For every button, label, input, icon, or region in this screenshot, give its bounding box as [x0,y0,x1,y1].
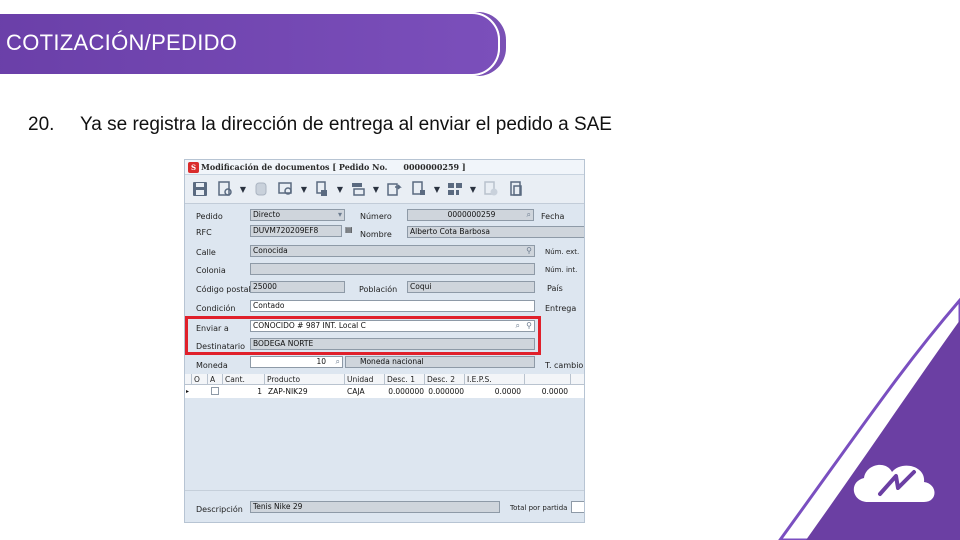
numero-label: Número [360,212,392,221]
cell-desc1: 0.000000 [388,387,424,396]
total-label: Total por partida [510,504,568,512]
cp-field[interactable]: 25000 [250,281,345,293]
col-cant[interactable]: Cant. [222,374,262,385]
save-icon[interactable] [189,178,211,200]
transfer-icon[interactable] [347,178,369,200]
print-icon[interactable] [250,178,272,200]
col-extra2[interactable] [570,374,584,385]
document-icon[interactable] [505,178,527,200]
preview-icon[interactable] [214,178,236,200]
col-unidad[interactable]: Unidad [344,374,384,385]
nombre-field[interactable]: Alberto Cota Barbosa [407,226,584,238]
cell-cant: 1 [257,387,262,396]
pedido-select[interactable]: Directo ▾ [250,209,345,221]
cp-label: Código postal [196,285,251,294]
window-title: Modificación de documentos [ Pedido No. [201,162,388,172]
moneda-value: 10 [316,357,326,366]
step-number: 20. [28,114,55,135]
num-ext-label: Núm. ext. [545,248,580,256]
fecha-label: Fecha [541,212,565,221]
rfc-label: RFC [196,228,212,237]
moneda-label: Moneda [196,361,228,370]
document-window: S Modificación de documentos [ Pedido No… [184,159,585,523]
col-ieps[interactable]: I.E.P.S. [464,374,524,385]
numero-value: 0000000259 [447,210,496,219]
pais-label: País [547,284,563,293]
num-int-label: Núm. int. [545,266,578,274]
cell-producto: ZAP-NIK29 [268,387,308,396]
transfer-dropdown-icon[interactable]: ▼ [372,185,380,194]
colonia-label: Colonia [196,266,226,275]
rfc-field[interactable]: DUVM720209EF8 [250,225,342,237]
cell-desc2: 0.000000 [428,387,464,396]
nombre-label: Nombre [360,230,392,239]
map-pin-icon[interactable]: ⚲ [526,246,532,256]
items-grid: O A Cant. Producto Unidad Desc. 1 Desc. … [185,374,584,490]
window-titlebar: S Modificación de documentos [ Pedido No… [185,160,584,175]
cell-extra: 0.0000 [541,387,568,396]
search-doc-icon[interactable] [275,178,297,200]
moneda-field[interactable]: 10 ⌕ [250,356,343,368]
download-dropdown-icon[interactable]: ▼ [336,185,344,194]
descripcion-field[interactable]: Tenis Nike 29 [250,501,500,513]
col-o[interactable]: O [191,374,201,385]
step-text: Ya se registra la dirección de entrega a… [80,114,612,135]
footer-bar: Descripción Tenis Nike 29 Total por part… [185,490,584,522]
calle-label: Calle [196,248,216,257]
search-icon[interactable]: ⌕ [336,357,340,367]
row-checkbox[interactable] [211,387,219,395]
col-a[interactable]: A [207,374,221,385]
copy-dropdown-icon[interactable]: ▼ [433,185,441,194]
calle-field[interactable]: Conocida ⚲ [250,245,535,257]
colonia-field[interactable] [250,263,535,275]
total-field[interactable] [571,501,584,513]
app-icon: S [188,161,199,173]
step-instruction: 20. Ya se registra la dirección de entreg… [28,114,612,136]
grid-empty-area [185,398,584,490]
poblacion-field[interactable]: Coqui [407,281,535,293]
entrega-label: Entrega [545,304,577,313]
grid-header: O A Cant. Producto Unidad Desc. 1 Desc. … [185,374,584,385]
calle-value: Conocida [253,246,288,255]
col-desc1[interactable]: Desc. 1 [384,374,424,385]
download-icon[interactable] [311,178,333,200]
preview-dropdown-icon[interactable]: ▼ [239,185,247,194]
tcambio-label: T. cambio [545,361,584,370]
cancel-icon[interactable] [480,178,502,200]
toolbar: ▼ ▼ ▼ ▼ ▼ ▼ [185,175,584,204]
barcode-dropdown-icon[interactable]: ▼ [469,185,477,194]
cell-unidad: CAJA [347,387,365,396]
pedido-value: Directo [253,210,281,219]
corner-decoration [778,297,960,540]
col-desc2[interactable]: Desc. 2 [424,374,464,385]
row-indicator-icon: ▸ [186,388,190,395]
search-icon[interactable]: ⌕ [527,210,531,220]
descripcion-label: Descripción [196,505,243,514]
moneda-name-field: Moneda nacional [345,356,535,368]
condicion-label: Condición [196,304,236,313]
slide-title: COTIZACIÓN/PEDIDO [6,30,238,55]
col-extra[interactable] [524,374,570,385]
rfc-lookup-icon[interactable]: ▤ [345,225,353,234]
condicion-field[interactable]: Contado [250,300,535,312]
copy-icon[interactable] [408,178,430,200]
export-icon[interactable] [383,178,405,200]
poblacion-label: Población [359,285,398,294]
highlight-box [185,316,541,355]
chevron-down-icon: ▾ [337,210,342,219]
col-producto[interactable]: Producto [264,374,344,385]
pedido-label: Pedido [196,212,223,221]
table-row[interactable]: ▸ 1 ZAP-NIK29 CAJA 0.000000 0.000000 0.0… [185,386,584,397]
barcode-icon[interactable] [444,178,466,200]
numero-field[interactable]: 0000000259 ⌕ [407,209,534,221]
window-doc-number: 0000000259 ] [403,162,466,172]
cell-ieps: 0.0000 [494,387,521,396]
search-dropdown-icon[interactable]: ▼ [300,185,308,194]
